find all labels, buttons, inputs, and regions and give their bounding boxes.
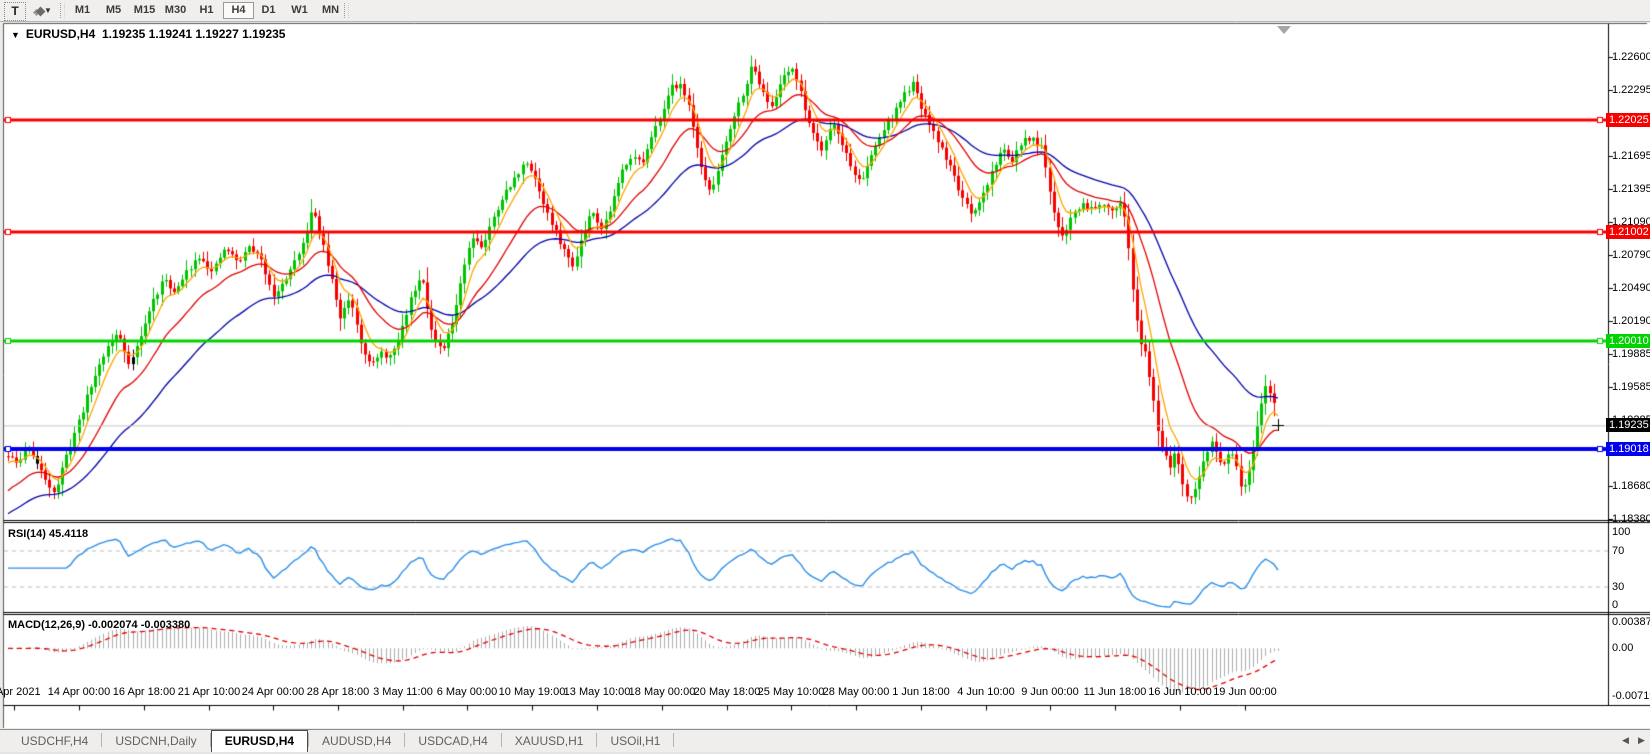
indicator-scale-label: 70 [1612,545,1624,557]
price-tick-label: 1.19585 [1612,381,1650,393]
chart-symbol-label: EURUSD,H4 [26,27,95,41]
price-tick-label: 1.21395 [1612,183,1650,195]
chart-canvas[interactable] [0,0,1650,754]
chart-tab-xauusd-h1[interactable]: XAUUSD,H1 [502,730,597,752]
chart-tabs: USDCHF,H4USDCNH,DailyEURUSD,H4AUDUSD,H4U… [0,730,1650,753]
price-tick-label: 1.22600 [1612,51,1650,63]
chart-title: ▼ EURUSD,H4 1.19235 1.19241 1.19227 1.192… [11,27,285,41]
time-tick-label: 19 Jun 00:00 [1195,686,1295,698]
macd-indicator-label: MACD(12,26,9) -0.002074 -0.003380 [8,619,190,631]
price-tick-label: 1.20190 [1612,315,1650,327]
chart-tab-bar: USDCHF,H4USDCNH,DailyEURUSD,H4AUDUSD,H4U… [0,729,1650,753]
price-tick-label: 1.20790 [1612,249,1650,261]
chart-tab-usdcad-h4[interactable]: USDCAD,H4 [405,730,500,752]
indicator-scale-label: 100 [1612,526,1630,538]
price-tick-label: 1.18380 [1612,513,1650,525]
indicator-scale-label: -0.007190 [1612,690,1650,702]
rsi-indicator-label: RSI(14) 45.4118 [8,528,88,540]
indicator-scale-label: 0.00 [1612,642,1633,654]
price-tick-label: 1.18680 [1612,480,1650,492]
macd-values: -0.002074 -0.003380 [88,619,190,631]
chart-shift-marker-icon[interactable] [1277,26,1291,34]
price-tag-1.22025: 1.22025 [1606,113,1650,127]
indicator-scale-label: 0.003873 [1612,616,1650,628]
chart-tab-audusd-h4[interactable]: AUDUSD,H4 [309,730,404,752]
price-tag-1.19235: 1.19235 [1606,418,1650,432]
price-tick-label: 1.22295 [1612,84,1650,96]
chart-ohlc-values: 1.19235 1.19241 1.19227 1.19235 [102,27,286,41]
chart-tab-usdchf-h4[interactable]: USDCHF,H4 [8,730,101,752]
tab-scroll-left-icon[interactable]: ◀ [1622,735,1629,746]
tab-scroll-right-icon[interactable]: ▶ [1638,735,1645,746]
chart-tab-usdcnh-daily[interactable]: USDCNH,Daily [102,730,209,752]
price-tag-1.21002: 1.21002 [1606,225,1650,239]
indicator-scale-label: 30 [1612,581,1624,593]
mt4-screen: T ▼ M1M5M15M30H1H4D1W1MN ▼EURUSD,H4 1.19… [0,0,1650,754]
collapse-triangle-icon[interactable]: ▼ [11,30,20,40]
chart-tab-eurusd-h4[interactable]: EURUSD,H4 [211,730,308,753]
price-tick-label: 1.21695 [1612,150,1650,162]
price-tag-1.20010: 1.20010 [1606,334,1650,348]
price-tick-label: 1.20490 [1612,282,1650,294]
rsi-value: 45.4118 [49,528,88,540]
indicator-scale-label: 0 [1612,599,1618,611]
chart-tab-usoil-h1[interactable]: USOil,H1 [597,730,673,752]
price-tick-label: 1.19885 [1612,348,1650,360]
tab-separator [673,733,674,747]
price-tag-1.19018: 1.19018 [1606,442,1650,456]
